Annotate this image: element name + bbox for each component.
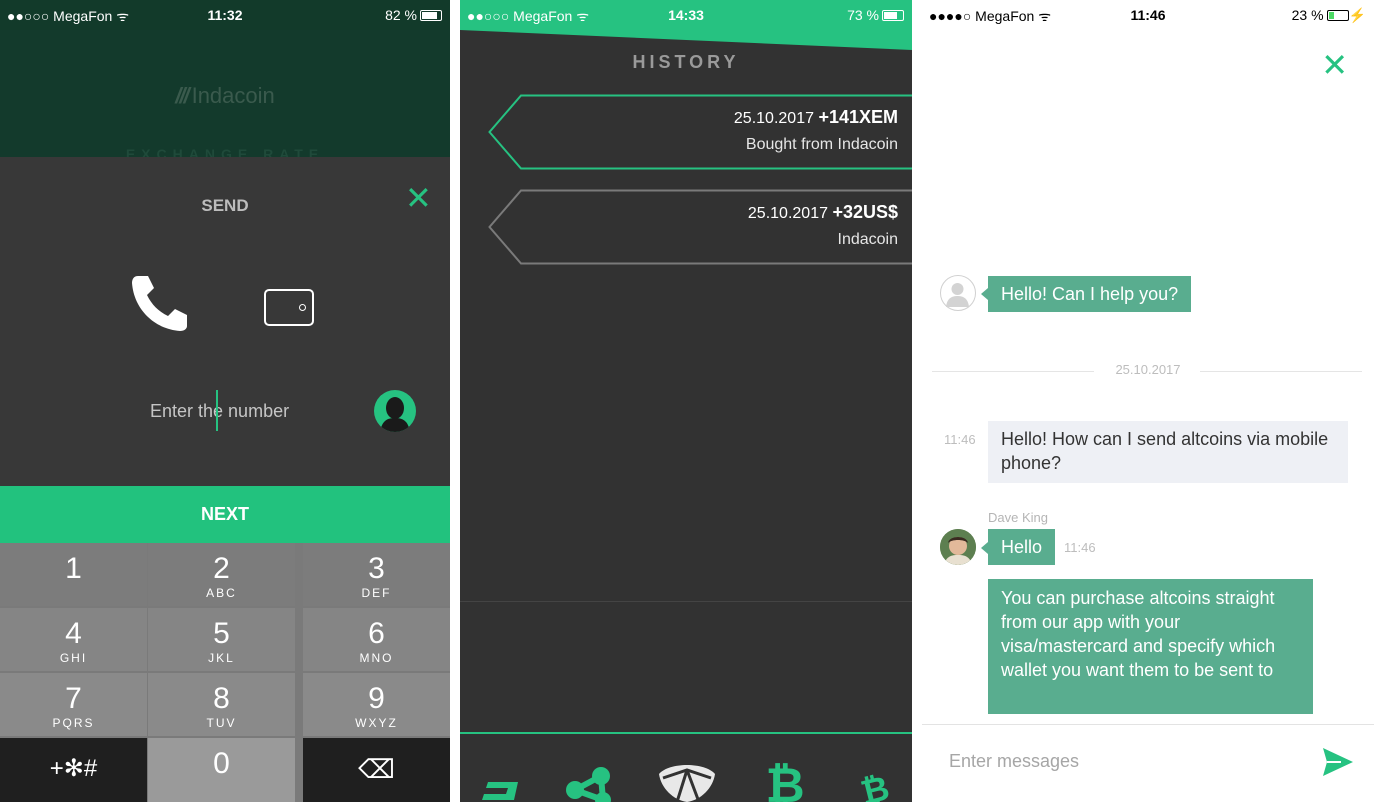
sheet-title: SEND <box>201 196 249 215</box>
send-icon[interactable] <box>1322 747 1354 777</box>
agent-name: Dave King <box>988 510 1048 525</box>
history-item[interactable]: 25.10.2017 +32US$ Indacoin <box>488 189 912 265</box>
battery-percent: 73 % <box>847 7 879 23</box>
close-icon[interactable]: ✕ <box>405 182 432 214</box>
battery-indicator: 73 % <box>847 7 904 23</box>
numeric-keypad: 1 2 ABC 3 DEF 4 GHI 5 JKL 6 MNO 7 PQRS 8 TUV 9W… <box>0 543 450 802</box>
ripple-icon[interactable] <box>563 752 615 802</box>
backspace-icon: ⌫ <box>358 754 395 784</box>
message-time: 11:46 <box>1064 540 1096 555</box>
agent-message: Hello <box>988 529 1056 565</box>
message-input[interactable]: Enter messages <box>949 751 1079 772</box>
bubble-tail <box>981 542 988 554</box>
key-3[interactable]: 3 DEF <box>303 543 450 606</box>
key-8[interactable]: 8 TUV <box>148 673 295 736</box>
key-2[interactable]: 2 ABC <box>148 543 295 606</box>
history-description: Bought from Indacoin <box>745 136 898 153</box>
date-divider: 25.10.2017 <box>922 362 1374 380</box>
battery-percent: 82 % <box>385 7 417 23</box>
tabbar-border <box>460 732 912 734</box>
charging-icon: ⚡ <box>1348 7 1366 23</box>
battery-indicator: 23 % ⚡ <box>1292 7 1366 24</box>
history-item-frame <box>488 189 912 265</box>
key-symbols[interactable]: +✻# <box>0 738 147 802</box>
key-9[interactable]: 9 WXYZ <box>303 673 450 736</box>
battery-percent: 23 % <box>1291 7 1324 23</box>
key-6[interactable]: 6 MNO <box>303 608 450 671</box>
page-title: HISTORY <box>632 52 740 72</box>
history-item[interactable]: 25.10.2017 +141XEM Bought from Indacoin <box>488 94 912 170</box>
key-4[interactable]: 4 GHI <box>0 608 147 671</box>
status-bar: ●●○○○ MegaFon ᯤ 14:33 73 % <box>460 0 912 30</box>
next-button[interactable]: NEXT <box>0 486 450 543</box>
key-0[interactable]: 0 <box>148 738 295 802</box>
bitcoin-icon[interactable]: ₿ <box>763 752 807 802</box>
support-avatar <box>940 275 976 311</box>
divider <box>460 601 912 602</box>
battery-icon <box>882 10 904 21</box>
message-time: 11:46 <box>944 432 976 447</box>
battery-indicator: 82 % <box>385 7 442 23</box>
history-screen: ●●○○○ MegaFon ᯤ 14:33 73 % HISTORY 25.10… <box>460 0 912 802</box>
close-icon[interactable]: ✕ <box>1321 46 1348 84</box>
brand-logo: ///Indacoin <box>175 83 275 108</box>
agent-message: You can purchase altcoins straight from … <box>988 579 1313 714</box>
bitcoin-cash-icon[interactable]: ₿ <box>856 752 894 802</box>
user-message: Hello! How can I send altcoins via mobil… <box>988 421 1348 483</box>
history-description: Indacoin <box>837 231 899 248</box>
send-screen: ●●○○○ MegaFon ᯤ 11:32 82 % ///Indacoin E… <box>0 0 450 802</box>
clock: 11:32 <box>207 7 243 23</box>
number-input[interactable]: Enter the number <box>150 401 289 422</box>
phone-icon[interactable] <box>130 274 190 332</box>
battery-icon <box>1326 10 1349 21</box>
support-message: Hello! Can I help you? <box>988 276 1192 312</box>
key-1[interactable]: 1 <box>0 543 147 606</box>
svg-text:₿: ₿ <box>765 758 804 802</box>
contacts-icon[interactable] <box>374 390 416 432</box>
key-backspace[interactable]: ⌫ <box>303 738 450 802</box>
history-date-amount: 25.10.2017 +141XEM <box>733 107 898 127</box>
support-chat-screen: ●●●●○ MegaFon ᯤ 11:46 23 % ⚡ ✕ Hello! Can… <box>922 0 1374 802</box>
nem-icon[interactable] <box>655 752 719 802</box>
input-divider <box>922 724 1374 725</box>
key-7[interactable]: 7 PQRS <box>0 673 147 736</box>
clock: 14:33 <box>668 7 704 23</box>
history-item-frame <box>488 94 912 170</box>
text-caret <box>216 390 218 431</box>
status-bar: ●●●●○ MegaFon ᯤ 11:46 23 % ⚡ <box>922 0 1374 30</box>
battery-icon <box>420 10 442 21</box>
wallet-icon[interactable] <box>264 289 314 326</box>
dash-icon[interactable] <box>482 752 522 802</box>
key-5[interactable]: 5 JKL <box>148 608 295 671</box>
bubble-tail <box>981 288 988 300</box>
header-accent <box>460 30 912 50</box>
svg-text:₿: ₿ <box>857 768 892 802</box>
history-date-amount: 25.10.2017 +32US$ <box>747 202 898 222</box>
agent-avatar <box>940 529 976 565</box>
status-bar: ●●○○○ MegaFon ᯤ 11:32 82 % <box>0 0 450 30</box>
